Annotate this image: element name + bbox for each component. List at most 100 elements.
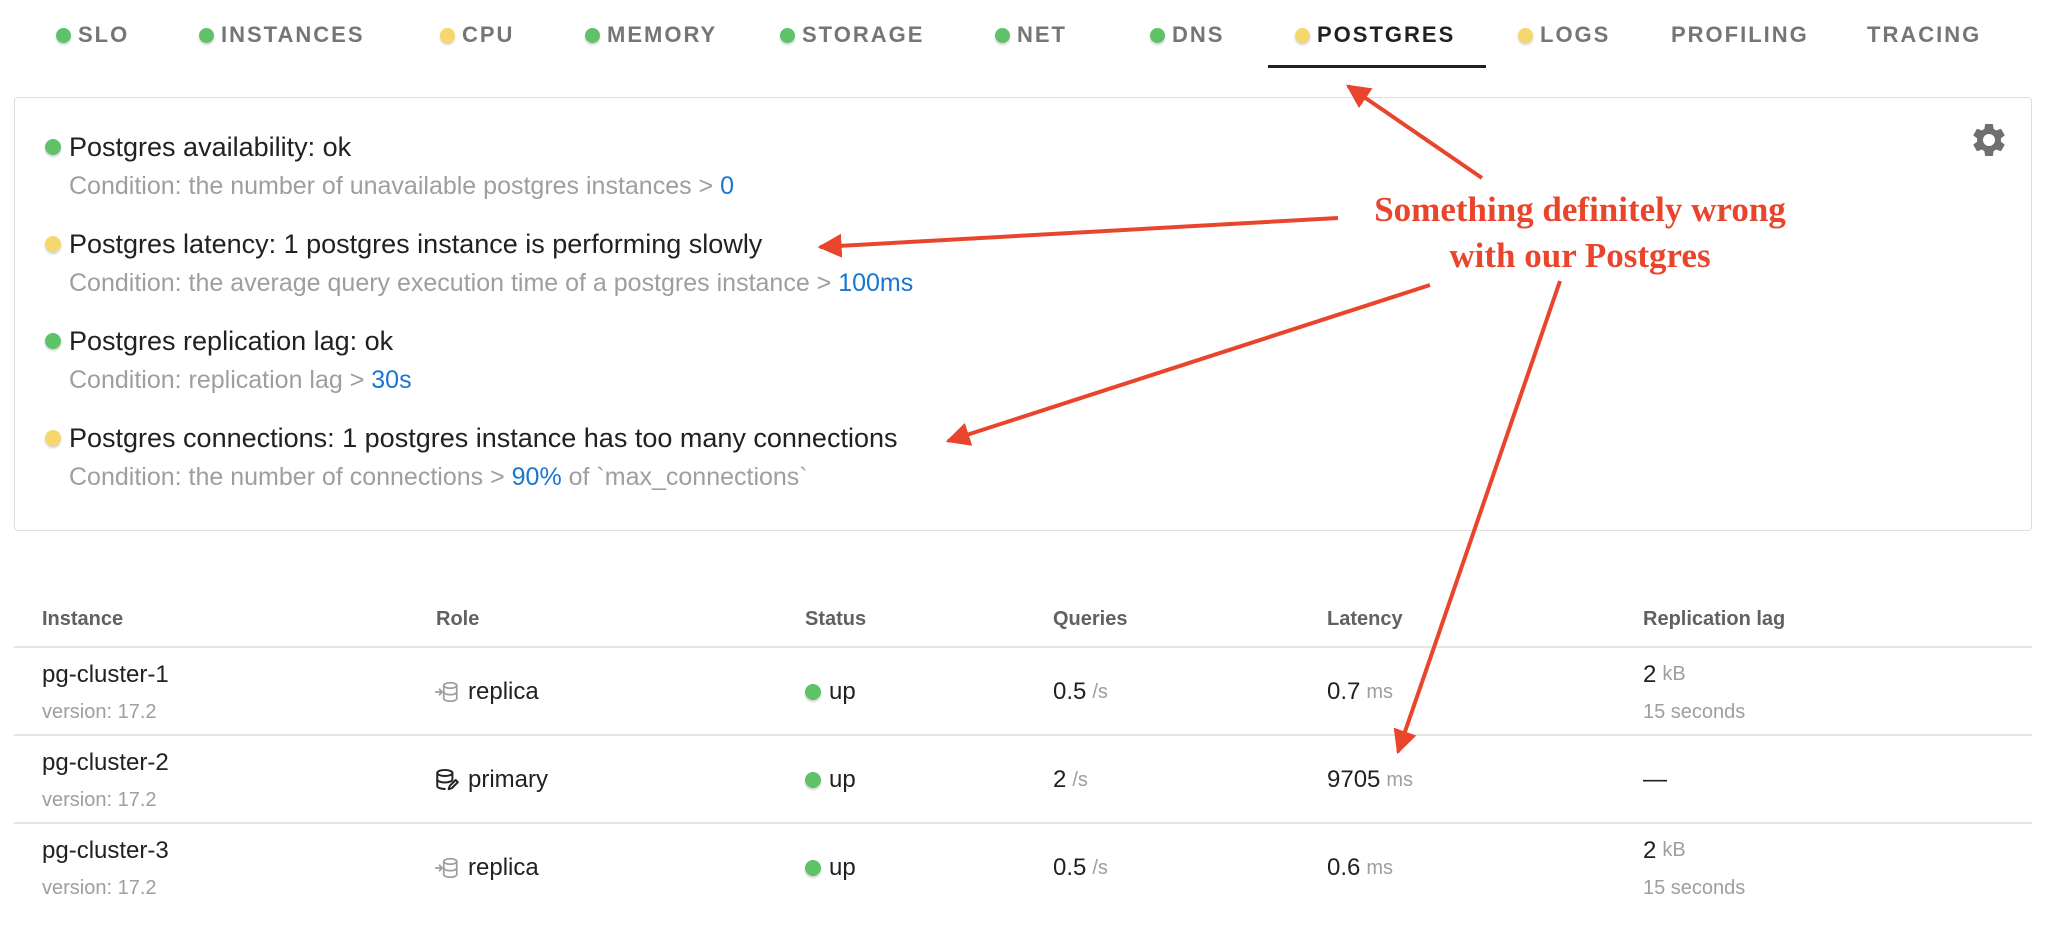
tab-storage[interactable]: STORAGE [780, 0, 924, 70]
status-dot-icon [45, 236, 61, 252]
instance-name-link[interactable]: pg-cluster-2 [42, 749, 169, 777]
latency-unit: ms [1366, 680, 1394, 703]
replication-lag-time: 15 seconds [1643, 700, 1746, 723]
annotation-line-2: with our Postgres [1449, 236, 1711, 275]
instance-role: replica [468, 678, 539, 705]
tab-slo[interactable]: SLO [56, 0, 129, 70]
latency-value: 0.7 [1327, 678, 1361, 705]
instance-status: up [829, 678, 856, 705]
status-dot-icon [56, 27, 71, 43]
column-header-queries[interactable]: Queries [1053, 608, 1127, 631]
tab-logs[interactable]: LOGS [1518, 0, 1610, 70]
instance-status: up [829, 854, 856, 881]
table-row: pg-cluster-3 version: 17.2 replica up 0.… [14, 824, 2032, 912]
check-condition: Condition: the number of unavailable pos… [69, 172, 734, 206]
condition-text: Condition: the number of unavailable pos… [69, 172, 721, 200]
queries-unit: /s [1092, 680, 1108, 703]
status-dot-icon [805, 772, 821, 788]
annotation-callout: Something definitely wrong with our Post… [1300, 187, 1860, 279]
column-header-replication-lag[interactable]: Replication lag [1643, 608, 1785, 631]
tab-memory[interactable]: MEMORY [585, 0, 717, 70]
instance-version: version: 17.2 [42, 700, 157, 723]
instance-role: primary [468, 766, 549, 793]
instance-version: version: 17.2 [42, 788, 157, 811]
status-dot-icon [440, 27, 455, 43]
table-row: pg-cluster-1 version: 17.2 replica up 0.… [14, 648, 2032, 736]
condition-text: Condition: replication lag > [69, 366, 372, 394]
tab-cpu[interactable]: CPU [440, 0, 514, 70]
tab-tracing[interactable]: TRACING [1867, 0, 1981, 70]
instances-table: Instance Role Status Queries Latency Rep… [14, 596, 2032, 912]
check-title: Postgres latency: 1 postgres instance is… [69, 228, 763, 259]
table-header: Instance Role Status Queries Latency Rep… [14, 596, 2032, 648]
tab-instances[interactable]: INSTANCES [199, 0, 365, 70]
tab-label: DNS [1172, 22, 1225, 47]
check-replication-lag: Postgres replication lag: ok Condition: … [45, 324, 412, 400]
tab-label: PROFILING [1671, 22, 1809, 47]
condition-threshold-link[interactable]: 30s [371, 366, 411, 394]
check-availability: Postgres availability: ok Condition: the… [45, 130, 734, 206]
tab-label: INSTANCES [221, 22, 365, 47]
tab-label: STORAGE [802, 22, 925, 47]
queries-unit: /s [1072, 768, 1088, 791]
condition-text: Condition: the average query execution t… [69, 269, 839, 297]
status-dot-icon [805, 860, 821, 876]
latency-value: 9705 [1327, 766, 1381, 793]
tab-label: TRACING [1867, 22, 1982, 47]
replication-lag-value: — [1643, 766, 1667, 793]
column-header-instance[interactable]: Instance [42, 608, 123, 631]
column-header-status[interactable]: Status [805, 608, 866, 631]
queries-value: 2 [1053, 766, 1067, 793]
instance-version: version: 17.2 [42, 876, 157, 899]
status-dot-icon [45, 430, 61, 446]
condition-threshold-link[interactable]: 0 [720, 172, 734, 200]
annotation-line-1: Something definitely wrong [1374, 190, 1786, 229]
check-condition: Condition: replication lag > 30s [69, 366, 412, 400]
instance-role: replica [468, 854, 539, 881]
status-dot-icon [1295, 27, 1310, 43]
check-title: Postgres availability: ok [69, 131, 352, 162]
instance-name-link[interactable]: pg-cluster-1 [42, 661, 169, 689]
status-dot-icon [995, 27, 1010, 43]
queries-value: 0.5 [1053, 678, 1087, 705]
check-condition: Condition: the average query execution t… [69, 269, 913, 303]
condition-threshold-link[interactable]: 90% [512, 463, 562, 491]
tab-label: POSTGRES [1317, 22, 1456, 47]
database-primary-icon [436, 768, 459, 791]
instance-name-link[interactable]: pg-cluster-3 [42, 837, 169, 865]
replication-lag-unit: kB [1662, 663, 1686, 685]
column-header-latency[interactable]: Latency [1327, 608, 1403, 631]
status-dot-icon [199, 27, 214, 43]
column-header-role[interactable]: Role [436, 608, 479, 631]
tab-profiling[interactable]: PROFILING [1671, 0, 1809, 70]
tab-label: MEMORY [607, 22, 718, 47]
queries-unit: /s [1092, 856, 1108, 879]
replication-lag-time: 15 seconds [1643, 876, 1746, 899]
status-dot-icon [585, 27, 600, 43]
tab-net[interactable]: NET [995, 0, 1067, 70]
tab-bar: SLO INSTANCES CPU MEMORY STORAGE NET DNS… [0, 0, 2048, 70]
active-tab-indicator [1268, 65, 1486, 68]
tab-label: SLO [78, 22, 130, 47]
tab-postgres[interactable]: POSTGRES [1295, 0, 1455, 70]
replication-lag-value: 2 [1643, 660, 1657, 688]
gear-icon[interactable] [1969, 120, 2009, 160]
database-replica-icon [434, 681, 458, 703]
tab-label: NET [1017, 22, 1067, 47]
status-dot-icon [45, 139, 61, 155]
latency-value: 0.6 [1327, 854, 1361, 881]
check-condition: Condition: the number of connections > 9… [69, 463, 897, 497]
latency-unit: ms [1366, 856, 1394, 879]
tab-label: LOGS [1540, 22, 1611, 47]
instance-status: up [829, 766, 856, 793]
status-dot-icon [45, 333, 61, 349]
check-latency: Postgres latency: 1 postgres instance is… [45, 227, 913, 303]
replication-lag-unit: kB [1662, 839, 1686, 861]
tab-dns[interactable]: DNS [1150, 0, 1224, 70]
table-row: pg-cluster-2 version: 17.2 primary up 2 … [14, 736, 2032, 824]
check-title: Postgres connections: 1 postgres instanc… [69, 422, 898, 453]
replication-lag-value: 2 [1643, 836, 1657, 864]
condition-threshold-link[interactable]: 100ms [838, 269, 913, 297]
status-dot-icon [805, 684, 821, 700]
status-dot-icon [1150, 27, 1165, 43]
